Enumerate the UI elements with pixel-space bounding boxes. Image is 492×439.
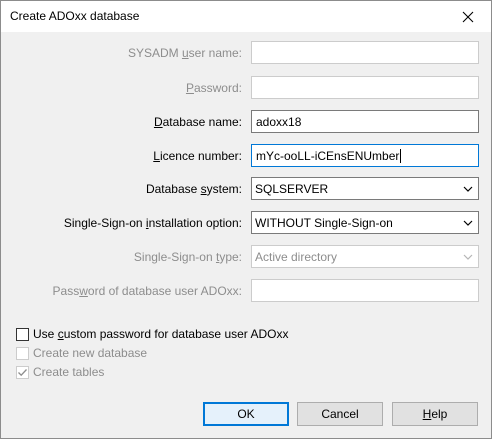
- db-user-password-input[interactable]: [251, 279, 479, 302]
- create-tables-checkbox[interactable]: Create tables: [16, 365, 104, 379]
- create-database-dialog: Create ADOxx database SYSADM user name: …: [0, 0, 492, 439]
- licence-number-label: Licence number:: [153, 149, 242, 163]
- close-button[interactable]: [445, 1, 491, 32]
- sso-type-select[interactable]: Active directory: [251, 245, 479, 268]
- text-caret: [400, 148, 402, 163]
- create-new-database-label: Create new database: [33, 346, 148, 360]
- checkbox-box[interactable]: [16, 327, 29, 341]
- database-system-label: Database system:: [145, 182, 242, 196]
- custom-password-checkbox[interactable]: Use custom password for database user AD…: [16, 327, 288, 341]
- chevron-down-icon: [458, 246, 478, 267]
- title-bar: Create ADOxx database: [1, 1, 491, 32]
- password-label: Password:: [185, 81, 242, 95]
- custom-password-label: Use custom password for database user AD…: [33, 327, 289, 341]
- database-name-input[interactable]: adoxx18: [251, 110, 479, 133]
- db-user-password-label: Password of database user ADOxx:: [52, 284, 242, 298]
- database-system-select[interactable]: SQLSERVER: [251, 177, 479, 200]
- database-system-value: SQLSERVER: [255, 181, 329, 196]
- password-input[interactable]: [251, 76, 479, 99]
- sso-type-value: Active directory: [255, 249, 338, 264]
- sysadm-user-name-label: SYSADM user name:: [127, 46, 242, 60]
- chevron-down-icon[interactable]: [458, 178, 478, 199]
- create-new-database-checkbox[interactable]: Create new database: [16, 346, 147, 360]
- help-button[interactable]: Help: [392, 402, 478, 426]
- sysadm-user-name-input[interactable]: [251, 41, 479, 64]
- window-title: Create ADOxx database: [10, 9, 140, 23]
- database-name-label: Database name:: [153, 115, 242, 129]
- sso-installation-option-label: Single-Sign-on installation option:: [63, 216, 242, 230]
- ok-button[interactable]: OK: [203, 402, 289, 426]
- sso-installation-option-select[interactable]: WITHOUT Single-Sign-on: [251, 211, 479, 234]
- checkbox-box[interactable]: [16, 346, 29, 360]
- close-icon: [462, 11, 474, 22]
- checkbox-box[interactable]: [16, 365, 29, 379]
- cancel-button[interactable]: Cancel: [297, 402, 383, 426]
- sso-installation-option-value: WITHOUT Single-Sign-on: [255, 215, 393, 230]
- checkmark-icon: [18, 368, 27, 376]
- create-tables-label: Create tables: [33, 365, 105, 379]
- licence-number-input[interactable]: mYc-ooLL-iCEnsENUmber: [251, 144, 479, 167]
- chevron-down-icon[interactable]: [458, 212, 478, 233]
- sso-type-label: Single-Sign-on type:: [133, 250, 242, 264]
